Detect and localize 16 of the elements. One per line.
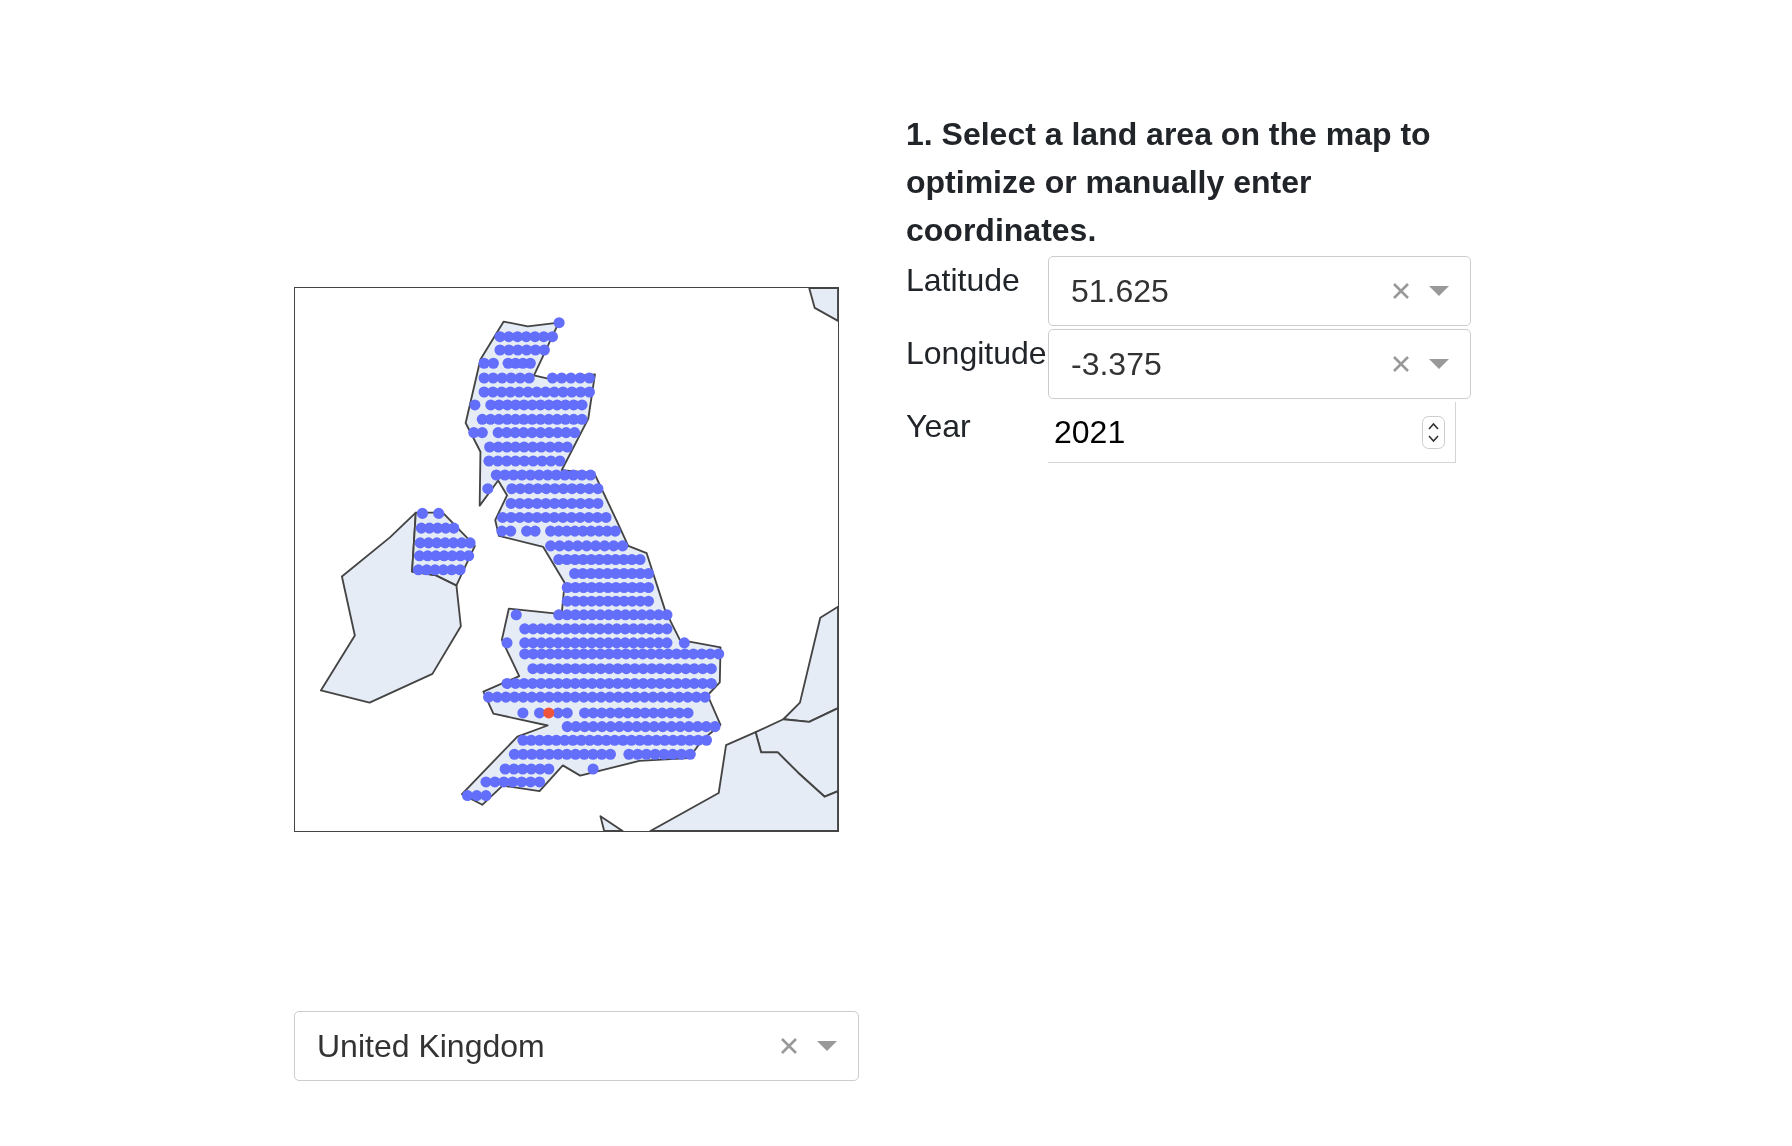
country-select[interactable]: United Kingdom: [294, 1011, 859, 1081]
number-input[interactable]: 2021: [1048, 402, 1456, 463]
select-field[interactable]: 51.625: [1048, 256, 1471, 326]
stepper-icon[interactable]: [1422, 415, 1445, 449]
x-icon[interactable]: [1392, 282, 1410, 300]
x-icon[interactable]: [1392, 355, 1410, 373]
map[interactable]: [294, 287, 839, 832]
instructions-heading: 1. Select a land area on the map to optimize or manually enter coordinates.: [906, 115, 1432, 250]
caret-down-icon[interactable]: [1429, 286, 1449, 296]
field-label: Latitude: [906, 261, 1021, 300]
field-label: Longitude: [906, 334, 1048, 373]
caret-down-icon[interactable]: [1429, 359, 1449, 369]
field-label: Year: [906, 407, 972, 446]
x-icon[interactable]: [780, 1037, 798, 1055]
caret-down-icon[interactable]: [817, 1041, 837, 1051]
select-field[interactable]: -3.375: [1048, 329, 1471, 399]
